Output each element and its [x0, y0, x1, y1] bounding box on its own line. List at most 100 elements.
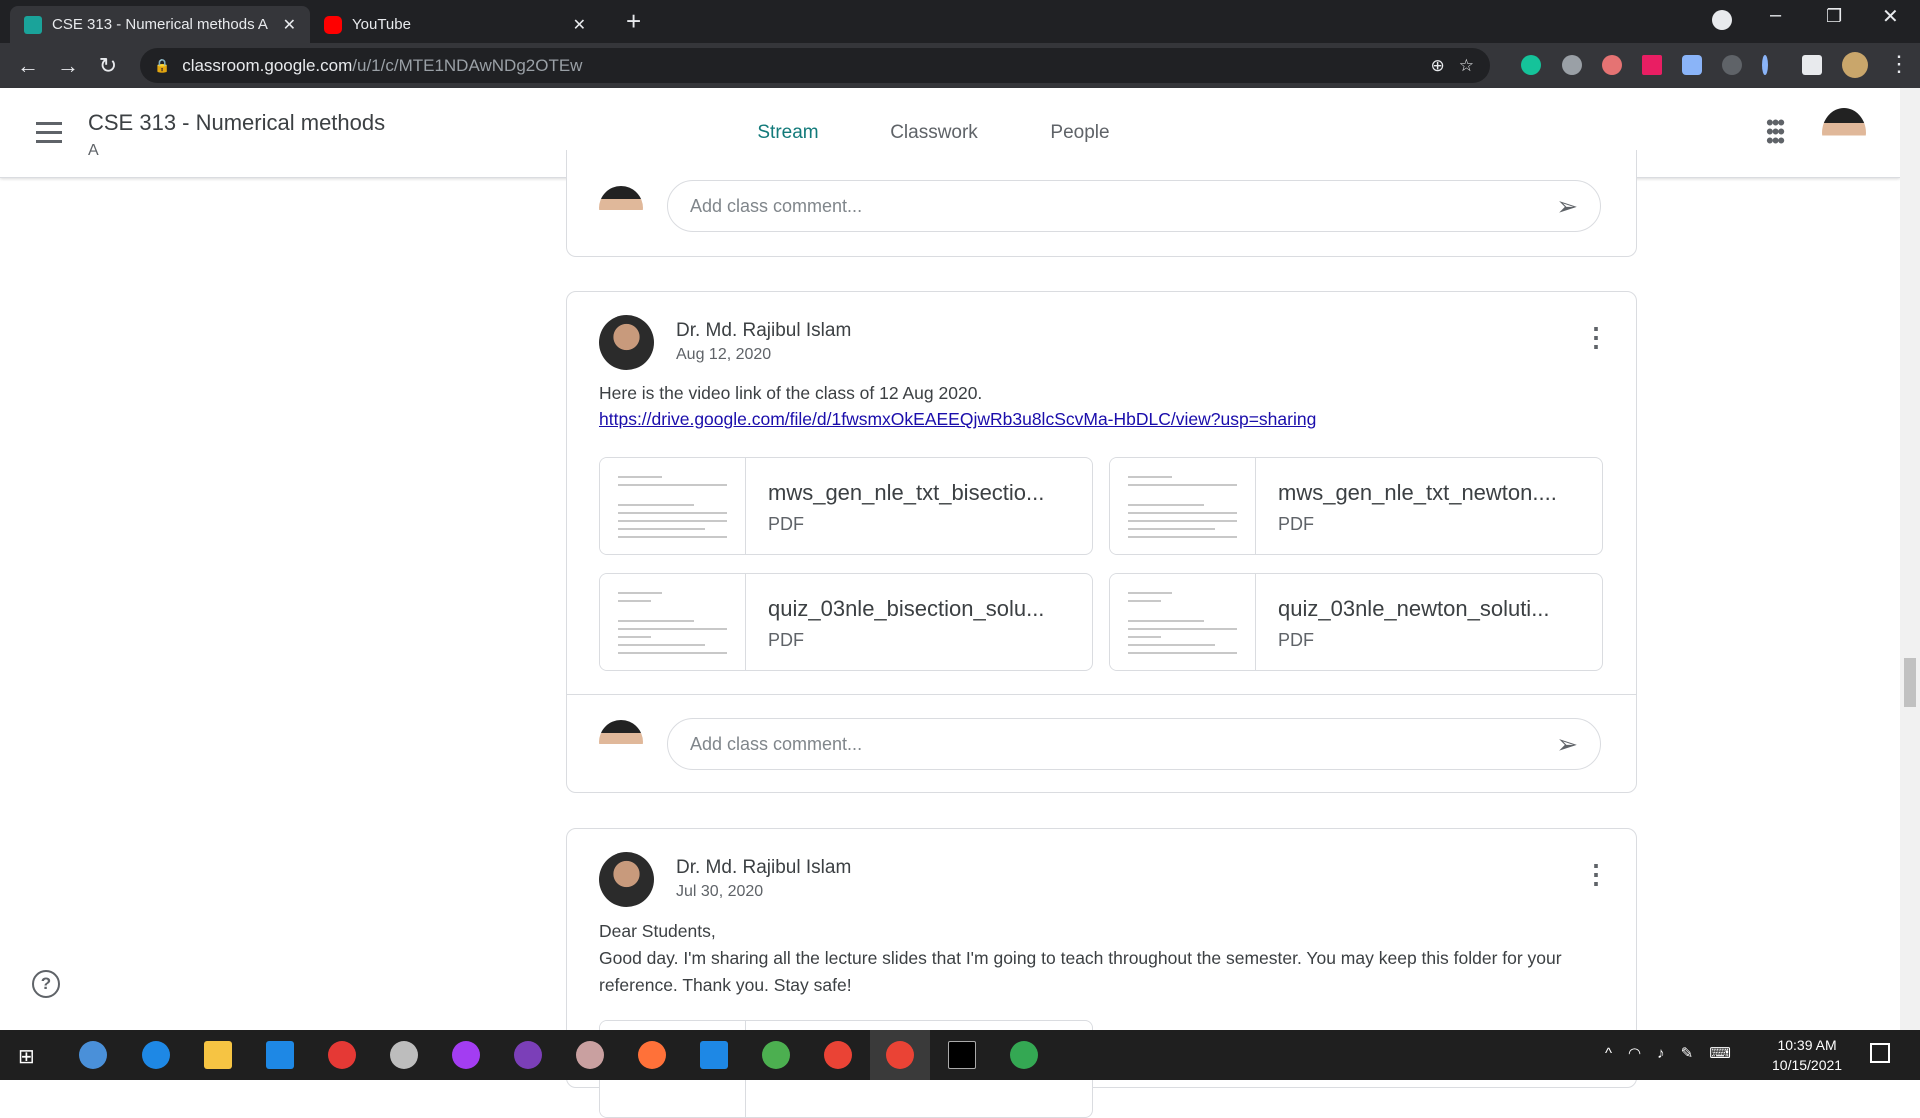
terminal-icon[interactable] — [948, 1041, 976, 1069]
notification-center-icon[interactable] — [1870, 1043, 1890, 1063]
messenger-icon[interactable] — [452, 1041, 480, 1069]
camera-extension-icon[interactable] — [1562, 55, 1582, 75]
help-icon[interactable]: ? — [32, 970, 60, 998]
firefox-icon[interactable] — [638, 1041, 666, 1069]
lock-icon: 🔒 — [154, 57, 171, 73]
attachment-type: PDF — [1278, 630, 1314, 650]
post-card: Add class comment... ➢ — [566, 150, 1637, 257]
reload-button[interactable]: ↻ — [88, 53, 128, 79]
post-text-line: Dear Students, — [599, 921, 716, 941]
github-desktop-icon[interactable] — [514, 1041, 542, 1069]
commenter-avatar — [599, 720, 643, 764]
post-date: Jul 30, 2020 — [676, 883, 764, 900]
app-icon[interactable] — [762, 1041, 790, 1069]
forward-button[interactable]: → — [48, 53, 88, 79]
divider — [567, 694, 1636, 695]
post-link[interactable]: https://drive.google.com/file/d/1fwsmxOk… — [599, 409, 1316, 430]
extension-icon[interactable] — [1602, 55, 1622, 75]
attachment-name: quiz_03nle_bisection_solu... — [768, 596, 1045, 621]
mail-icon[interactable] — [266, 1041, 294, 1069]
author-avatar — [599, 852, 654, 907]
class-section: A — [88, 142, 99, 159]
chrome-icon — [886, 1041, 914, 1069]
more-options-icon[interactable]: ⋮ — [1583, 859, 1609, 890]
extension-icon[interactable] — [1722, 55, 1742, 75]
comment-placeholder: Add class comment... — [690, 733, 863, 754]
edge-icon[interactable] — [142, 1041, 170, 1069]
chrome-icon[interactable] — [1010, 1041, 1038, 1069]
address-toolbar: ← → ↻ 🔒 classroom.google.com/u/1/c/MTE1N… — [0, 43, 1920, 88]
attachment-name: quiz_03nle_newton_soluti... — [1278, 596, 1550, 621]
tab-title: YouTube — [352, 16, 411, 33]
classroom-favicon-icon — [24, 15, 42, 34]
class-title[interactable]: CSE 313 - Numerical methods — [88, 110, 385, 136]
tab-search-icon[interactable] — [1712, 10, 1732, 30]
url-host: classroom.google.com — [182, 55, 353, 75]
windows-start-icon[interactable]: ⊞ — [18, 1044, 35, 1069]
pdf-thumbnail — [600, 574, 746, 670]
pen-extension-icon[interactable] — [1762, 55, 1768, 75]
file-explorer-icon[interactable] — [204, 1041, 232, 1069]
restore-button[interactable]: ❐ — [1826, 6, 1842, 27]
main-menu-icon[interactable] — [36, 122, 62, 143]
pdf-thumbnail — [1110, 458, 1256, 554]
attachment-card[interactable]: mws_gen_nle_txt_newton.... PDF — [1109, 457, 1603, 555]
class-comment-input[interactable]: Add class comment... ➢ — [667, 180, 1601, 232]
tab-title: CSE 313 - Numerical methods A — [52, 16, 268, 33]
attachment-name: mws_gen_nle_txt_newton.... — [1278, 480, 1557, 505]
pdf-thumbnail — [1110, 574, 1256, 670]
new-tab-button[interactable]: + — [626, 6, 641, 37]
tab-classroom[interactable]: CSE 313 - Numerical methods A ✕ — [10, 6, 310, 43]
post-text-line: Good day. I'm sharing all the lecture sl… — [599, 948, 1562, 968]
attachment-card[interactable]: quiz_03nle_bisection_solu... PDF — [599, 573, 1093, 671]
system-tray-icons[interactable]: ^◠♪✎⌨ — [1605, 1044, 1747, 1062]
attachment-name: mws_gen_nle_txt_bisectio... — [768, 480, 1045, 505]
close-tab-icon[interactable]: ✕ — [573, 15, 586, 35]
scrollbar-thumb[interactable] — [1904, 658, 1916, 707]
post-text: Here is the video link of the class of 1… — [599, 383, 983, 403]
clock[interactable]: 10:39 AM 10/15/2021 — [1772, 1035, 1842, 1075]
more-options-icon[interactable]: ⋮ — [1583, 322, 1609, 353]
close-tab-icon[interactable]: ✕ — [283, 15, 296, 35]
url-path: /u/1/c/MTE1NDAwNDg2OTEw — [352, 55, 583, 75]
post-card: Dr. Md. Rajibul Islam Aug 12, 2020 ⋮ Her… — [566, 291, 1637, 793]
active-chrome-taskbar-item[interactable] — [870, 1030, 930, 1080]
app-icon[interactable] — [576, 1041, 604, 1069]
pdf-thumbnail — [600, 458, 746, 554]
post-author: Dr. Md. Rajibul Islam — [676, 857, 852, 878]
attachment-card[interactable]: quiz_03nle_newton_soluti... PDF — [1109, 573, 1603, 671]
clock-date: 10/15/2021 — [1772, 1057, 1843, 1073]
vscode-icon[interactable] — [700, 1041, 728, 1069]
windows-taskbar: ⊞ ^◠♪✎⌨ 10:39 AM 10/15/2021 — [0, 1030, 1920, 1080]
close-window-button[interactable]: ✕ — [1882, 4, 1899, 29]
page-scrollbar[interactable] — [1900, 88, 1920, 1030]
address-bar[interactable]: 🔒 classroom.google.com/u/1/c/MTE1NDAwNDg… — [140, 48, 1490, 83]
bookmark-star-icon[interactable]: ☆ — [1459, 56, 1474, 76]
chrome-icon[interactable] — [824, 1041, 852, 1069]
send-icon[interactable]: ➢ — [1556, 729, 1578, 760]
download-extension-icon[interactable] — [1682, 55, 1702, 75]
browser-tab-strip: CSE 313 - Numerical methods A ✕ YouTube … — [0, 0, 1920, 43]
send-icon[interactable]: ➢ — [1556, 191, 1578, 222]
post-text: Dear Students, Good day. I'm sharing all… — [599, 918, 1609, 999]
user-avatar[interactable] — [1822, 108, 1866, 158]
extensions-puzzle-icon[interactable] — [1802, 55, 1822, 75]
minimize-button[interactable]: – — [1770, 4, 1781, 27]
chrome-menu-icon[interactable]: ⋮ — [1888, 51, 1910, 77]
play-extension-icon[interactable] — [1642, 55, 1662, 75]
opera-icon[interactable] — [328, 1041, 356, 1069]
class-comment-input[interactable]: Add class comment... ➢ — [667, 718, 1601, 770]
attachment-type: PDF — [768, 514, 804, 534]
attachment-card[interactable]: mws_gen_nle_txt_bisectio... PDF — [599, 457, 1093, 555]
author-avatar — [599, 315, 654, 370]
grammarly-extension-icon[interactable] — [1521, 55, 1541, 75]
youtube-favicon-icon — [324, 15, 342, 34]
apps-grid-icon[interactable]: ••• ••• ••• — [1766, 112, 1785, 152]
zoom-icon[interactable]: ⊕ — [1431, 56, 1445, 76]
tab-youtube[interactable]: YouTube ✕ — [310, 6, 600, 43]
inkscape-icon[interactable] — [390, 1041, 418, 1069]
back-button[interactable]: ← — [8, 53, 48, 79]
post-author: Dr. Md. Rajibul Islam — [676, 320, 852, 341]
qbittorrent-icon[interactable] — [79, 1041, 107, 1069]
profile-avatar[interactable] — [1842, 52, 1868, 78]
